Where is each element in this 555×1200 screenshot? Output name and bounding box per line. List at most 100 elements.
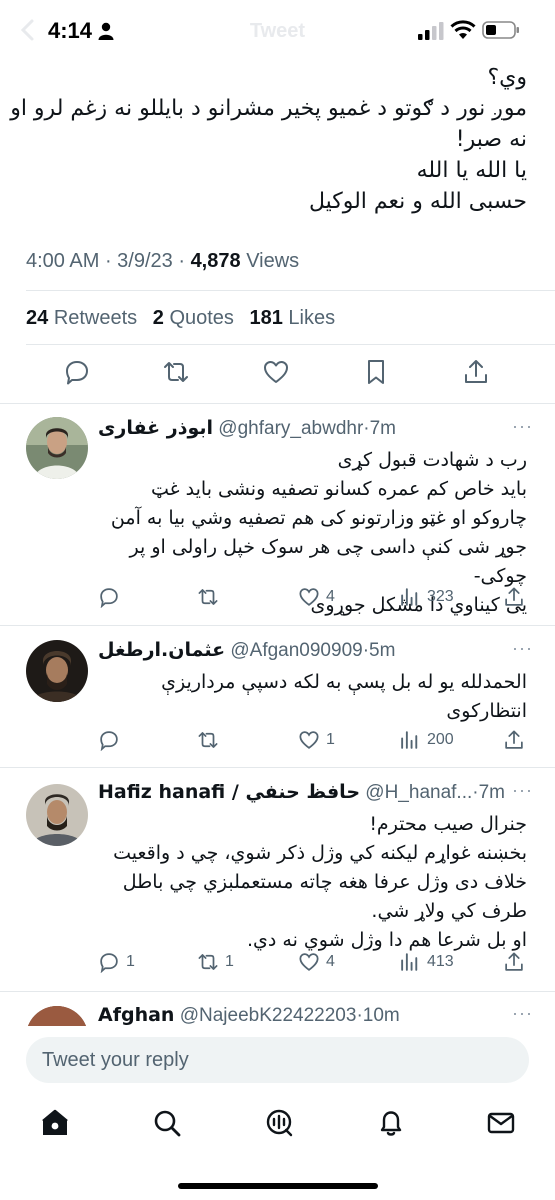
reply-action-bar: 1 200 <box>98 729 529 753</box>
more-options-icon[interactable]: ··· <box>512 1003 533 1024</box>
like-count: 4 <box>326 588 335 605</box>
likes-count[interactable]: 181 <box>249 307 282 329</box>
more-options-icon[interactable]: ··· <box>512 780 533 801</box>
tweet-stats: 24 Retweets 2 Quotes 181 Likes <box>26 307 335 330</box>
reply-author-name[interactable]: Afghan <box>98 1004 174 1026</box>
share-icon <box>505 952 523 971</box>
reply-line: جوړ شی کنې داسی چی هر سوک خپل راولی او پ… <box>129 536 527 587</box>
reply-reply-button[interactable]: 1 <box>98 951 135 973</box>
reply-input-placeholder: Tweet your reply <box>42 1049 189 1071</box>
reply-retweet-button[interactable] <box>197 729 225 751</box>
tweet-text: وي؟ موږ نور د ګوتو د غمیو پخیر مشرانو د … <box>10 62 527 217</box>
tweet-line: یا الله یا الله <box>416 158 527 183</box>
views-icon <box>401 731 418 749</box>
reply-reply-button[interactable] <box>98 729 126 751</box>
reply-handle[interactable]: @H_hanaf... <box>365 782 472 803</box>
reply-author-name[interactable]: عثمان.ارطغل <box>98 639 225 661</box>
like-icon <box>299 588 319 606</box>
retweet-icon <box>198 732 218 748</box>
reply-header: Hafiz hanafi / حافظ حنفي @H_hanaf...·7m <box>98 781 505 803</box>
reply-icon <box>100 588 118 608</box>
reply-share-button[interactable] <box>503 951 525 973</box>
views-icon <box>401 953 418 971</box>
reply-text: الحمدلله یو له بل پسې به لکه دسپې مرداری… <box>98 668 527 726</box>
messages-icon[interactable] <box>486 1108 516 1138</box>
home-indicator[interactable] <box>178 1183 378 1189</box>
retweet-icon <box>198 589 218 605</box>
like-icon[interactable] <box>262 358 290 386</box>
reply-author-name[interactable]: ابوذر غفاری <box>98 417 213 439</box>
like-count: 4 <box>326 953 335 970</box>
reply-icon[interactable] <box>63 358 91 386</box>
reply-handle[interactable]: @Afgan090909 <box>230 640 362 661</box>
reply-share-button[interactable] <box>503 586 525 608</box>
reply-line: باید خاص کم عمره کسانو تصفیه ونشی باید غ… <box>151 478 527 500</box>
tweet-line: حسبی الله و نعم الوکیل <box>308 189 527 214</box>
tweet-action-bar <box>0 358 555 394</box>
reply-icon <box>100 953 118 973</box>
reply-retweet-button[interactable] <box>197 586 225 608</box>
reply-line: جنرال صیب محترم! <box>369 813 527 835</box>
reply-handle[interactable]: @ghfary_abwdhr <box>218 418 363 439</box>
reply-tweet[interactable]: ابوذر غفاری @ghfary_abwdhr·7m ··· رب د ش… <box>0 404 555 625</box>
tweet-line: وي؟ <box>487 65 527 90</box>
reply-age: 7m <box>478 782 505 803</box>
quotes-count[interactable]: 2 <box>153 307 164 329</box>
reply-like-button[interactable]: 1 <box>298 729 335 751</box>
retweet-icon[interactable] <box>162 358 190 386</box>
avatar[interactable] <box>26 640 88 702</box>
bookmark-icon[interactable] <box>362 358 390 386</box>
reply-views-button[interactable]: 413 <box>399 951 454 973</box>
wifi-icon <box>450 20 476 39</box>
like-icon <box>299 953 319 971</box>
reply-share-button[interactable] <box>503 729 525 751</box>
home-icon[interactable] <box>40 1108 70 1138</box>
tweet-views-count[interactable]: 4,878 <box>191 250 241 272</box>
more-options-icon[interactable]: ··· <box>512 638 533 659</box>
reply-views-button[interactable]: 200 <box>399 729 454 751</box>
reply-line: الحمدلله یو له بل پسې به لکه دسپې مرداری… <box>161 671 527 693</box>
reply-input[interactable]: Tweet your reply <box>26 1037 529 1083</box>
reply-action-bar: 1 1 4 413 <box>98 951 529 975</box>
bottom-tab-bar <box>0 1100 555 1160</box>
tweet-timestamp: 4:00 AM · 3/9/23 · 4,878 Views <box>26 250 300 272</box>
reply-tweet[interactable]: Afghan @NajeebK22422203·10m ··· <box>0 992 555 1026</box>
retweet-count: 1 <box>225 953 234 970</box>
reply-line: بخښنه غواړم لیکنه کي وژل ذکر شوي، چي د و… <box>113 842 527 864</box>
reply-tweet[interactable]: عثمان.ارطغل @Afgan090909·5m ··· الحمدلله… <box>0 626 555 767</box>
avatar[interactable] <box>26 784 88 846</box>
reply-age: 10m <box>362 1005 400 1026</box>
spaces-icon[interactable] <box>264 1108 294 1138</box>
tweet-line: نه صبر! <box>455 127 527 152</box>
search-icon[interactable] <box>152 1108 182 1138</box>
notifications-icon[interactable] <box>376 1108 406 1138</box>
avatar-image <box>26 784 88 846</box>
quotes-label[interactable]: Quotes <box>169 307 233 329</box>
retweet-icon <box>198 954 218 970</box>
more-options-icon[interactable]: ··· <box>512 416 533 437</box>
views-count: 413 <box>427 953 454 970</box>
divider <box>26 344 555 345</box>
reply-views-button[interactable]: 323 <box>399 586 454 608</box>
avatar[interactable] <box>26 417 88 479</box>
retweets-count[interactable]: 24 <box>26 307 48 329</box>
share-icon <box>505 587 523 606</box>
tweet-date: 3/9/23 <box>117 250 173 272</box>
likes-label[interactable]: Likes <box>288 307 335 329</box>
share-icon <box>505 730 523 749</box>
reply-handle[interactable]: @NajeebK22422203 <box>180 1005 357 1026</box>
reply-reply-button[interactable] <box>98 586 126 608</box>
retweets-label[interactable]: Retweets <box>54 307 137 329</box>
reply-author-name[interactable]: Hafiz hanafi / حافظ حنفي <box>98 781 360 803</box>
reply-tweet[interactable]: Hafiz hanafi / حافظ حنفي @H_hanaf...·7m … <box>0 768 555 990</box>
tweet-views-label[interactable]: Views <box>246 250 299 272</box>
reply-age: 5m <box>369 640 396 661</box>
reply-line: انتظارکوی <box>446 700 527 722</box>
reply-line: چاروکو او غټو وزارتونو کی هم تصفیه وشي ب… <box>110 507 527 529</box>
avatar[interactable] <box>26 1006 88 1026</box>
share-icon[interactable] <box>462 358 490 386</box>
reply-like-button[interactable]: 4 <box>298 586 335 608</box>
reply-line: خلاف دی وژل عرفا هغه چاته مستعملبزي چي ب… <box>122 871 527 893</box>
reply-like-button[interactable]: 4 <box>298 951 335 973</box>
reply-retweet-button[interactable]: 1 <box>197 951 234 973</box>
